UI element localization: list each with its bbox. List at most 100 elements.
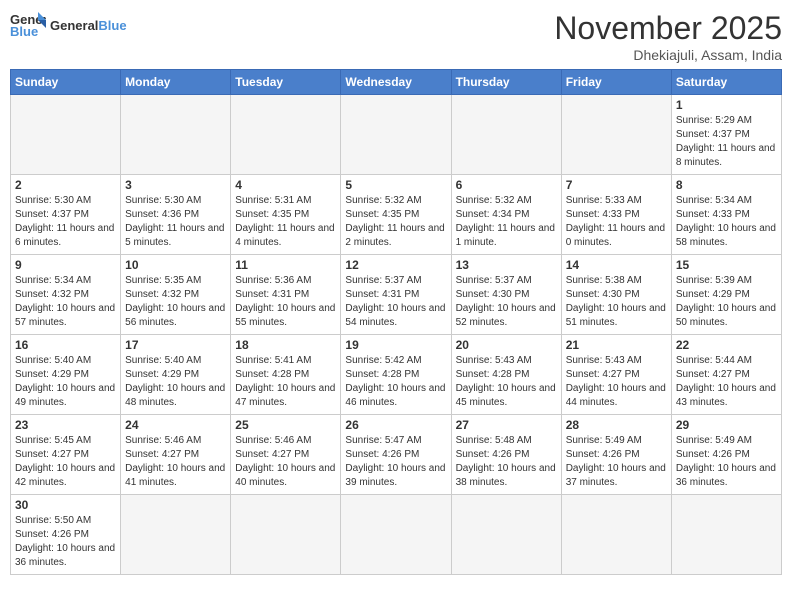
day-number: 27 [456, 418, 557, 432]
calendar-cell: 3Sunrise: 5:30 AM Sunset: 4:36 PM Daylig… [121, 175, 231, 255]
week-row-3: 9 Sunrise: 5:34 AM Sunset: 4:32 PM Daylig… [11, 255, 782, 335]
calendar-cell: 22 Sunrise: 5:44 AM Sunset: 4:27 PM Dayli… [671, 335, 781, 415]
day-info: Sunrise: 5:39 AM Sunset: 4:29 PM Dayligh… [676, 274, 777, 330]
day-header-sunday: Sunday [11, 70, 121, 95]
calendar-cell: 2 Sunrise: 5:30 AM Sunset: 4:37 PM Daylig… [11, 175, 121, 255]
week-row-6: 30 Sunrise: 5:50 AM Sunset: 4:26 PM Dayli… [11, 495, 782, 575]
calendar-cell: 16 Sunrise: 5:40 AM Sunset: 4:29 PM Dayli… [11, 335, 121, 415]
day-info: Sunrise: 5:43 AM Sunset: 4:28 PM Dayligh… [456, 354, 557, 410]
day-number: 19 [345, 338, 446, 352]
day-info: Sunrise: 5:40 AM Sunset: 4:29 PM Dayligh… [125, 354, 226, 410]
calendar-cell: 12 Sunrise: 5:37 AM Sunset: 4:31 PM Dayli… [341, 255, 451, 335]
week-row-4: 16 Sunrise: 5:40 AM Sunset: 4:29 PM Dayli… [11, 335, 782, 415]
day-header-thursday: Thursday [451, 70, 561, 95]
calendar-cell: 29Sunrise: 5:49 AM Sunset: 4:26 PM Dayli… [671, 415, 781, 495]
day-info: Sunrise: 5:40 AM Sunset: 4:29 PM Dayligh… [15, 354, 116, 410]
day-info: Sunrise: 5:44 AM Sunset: 4:27 PM Dayligh… [676, 354, 777, 410]
day-number: 14 [566, 258, 667, 272]
day-info: Sunrise: 5:30 AM Sunset: 4:37 PM Dayligh… [15, 194, 116, 250]
day-number: 15 [676, 258, 777, 272]
logo-text: GeneralBlue [50, 18, 127, 33]
calendar-cell: 25 Sunrise: 5:46 AM Sunset: 4:27 PM Dayli… [231, 415, 341, 495]
calendar-cell [341, 495, 451, 575]
day-number: 20 [456, 338, 557, 352]
calendar-cell: 4 Sunrise: 5:31 AM Sunset: 4:35 PM Daylig… [231, 175, 341, 255]
calendar-cell [451, 95, 561, 175]
day-number: 28 [566, 418, 667, 432]
day-info: Sunrise: 5:50 AM Sunset: 4:26 PM Dayligh… [15, 514, 116, 570]
calendar-cell: 5 Sunrise: 5:32 AM Sunset: 4:35 PM Daylig… [341, 175, 451, 255]
calendar-cell: 9 Sunrise: 5:34 AM Sunset: 4:32 PM Daylig… [11, 255, 121, 335]
day-info: Sunrise: 5:48 AM Sunset: 4:26 PM Dayligh… [456, 434, 557, 490]
calendar-cell: 18 Sunrise: 5:41 AM Sunset: 4:28 PM Dayli… [231, 335, 341, 415]
logo-icon: General Blue [10, 10, 46, 40]
day-info: Sunrise: 5:43 AM Sunset: 4:27 PM Dayligh… [566, 354, 667, 410]
calendar-cell: 11Sunrise: 5:36 AM Sunset: 4:31 PM Dayli… [231, 255, 341, 335]
day-header-monday: Monday [121, 70, 231, 95]
day-info: Sunrise: 5:33 AM Sunset: 4:33 PM Dayligh… [566, 194, 667, 250]
day-info: Sunrise: 5:32 AM Sunset: 4:35 PM Dayligh… [345, 194, 446, 250]
day-number: 10 [125, 258, 226, 272]
calendar-cell: 6Sunrise: 5:32 AM Sunset: 4:34 PM Daylig… [451, 175, 561, 255]
week-row-1: 1 Sunrise: 5:29 AM Sunset: 4:37 PM Daylig… [11, 95, 782, 175]
day-number: 5 [345, 178, 446, 192]
day-number: 3 [125, 178, 226, 192]
calendar-cell [561, 495, 671, 575]
calendar-cell [341, 95, 451, 175]
day-info: Sunrise: 5:46 AM Sunset: 4:27 PM Dayligh… [235, 434, 336, 490]
day-header-tuesday: Tuesday [231, 70, 341, 95]
calendar-cell [231, 95, 341, 175]
day-info: Sunrise: 5:37 AM Sunset: 4:31 PM Dayligh… [345, 274, 446, 330]
day-number: 16 [15, 338, 116, 352]
day-number: 23 [15, 418, 116, 432]
day-number: 30 [15, 498, 116, 512]
calendar-cell: 14 Sunrise: 5:38 AM Sunset: 4:30 PM Dayli… [561, 255, 671, 335]
week-row-5: 23 Sunrise: 5:45 AM Sunset: 4:27 PM Dayli… [11, 415, 782, 495]
day-info: Sunrise: 5:29 AM Sunset: 4:37 PM Dayligh… [676, 114, 777, 170]
day-info: Sunrise: 5:34 AM Sunset: 4:33 PM Dayligh… [676, 194, 777, 250]
day-number: 17 [125, 338, 226, 352]
day-number: 25 [235, 418, 336, 432]
day-info: Sunrise: 5:34 AM Sunset: 4:32 PM Dayligh… [15, 274, 116, 330]
day-number: 12 [345, 258, 446, 272]
calendar-cell: 26Sunrise: 5:47 AM Sunset: 4:26 PM Dayli… [341, 415, 451, 495]
calendar-cell: 7 Sunrise: 5:33 AM Sunset: 4:33 PM Daylig… [561, 175, 671, 255]
calendar-cell [671, 495, 781, 575]
day-info: Sunrise: 5:46 AM Sunset: 4:27 PM Dayligh… [125, 434, 226, 490]
calendar-cell [561, 95, 671, 175]
page-header: General Blue GeneralBlue November 2025 D… [10, 10, 782, 63]
day-info: Sunrise: 5:31 AM Sunset: 4:35 PM Dayligh… [235, 194, 336, 250]
day-info: Sunrise: 5:49 AM Sunset: 4:26 PM Dayligh… [566, 434, 667, 490]
day-info: Sunrise: 5:32 AM Sunset: 4:34 PM Dayligh… [456, 194, 557, 250]
calendar-cell: 10 Sunrise: 5:35 AM Sunset: 4:32 PM Dayli… [121, 255, 231, 335]
calendar-cell [11, 95, 121, 175]
calendar-cell [121, 95, 231, 175]
day-number: 9 [15, 258, 116, 272]
calendar-cell: 23 Sunrise: 5:45 AM Sunset: 4:27 PM Dayli… [11, 415, 121, 495]
calendar-cell: 13Sunrise: 5:37 AM Sunset: 4:30 PM Dayli… [451, 255, 561, 335]
week-row-2: 2 Sunrise: 5:30 AM Sunset: 4:37 PM Daylig… [11, 175, 782, 255]
day-info: Sunrise: 5:47 AM Sunset: 4:26 PM Dayligh… [345, 434, 446, 490]
calendar-cell [451, 495, 561, 575]
day-number: 2 [15, 178, 116, 192]
calendar-cell: 21Sunrise: 5:43 AM Sunset: 4:27 PM Dayli… [561, 335, 671, 415]
day-info: Sunrise: 5:42 AM Sunset: 4:28 PM Dayligh… [345, 354, 446, 410]
calendar-cell: 20 Sunrise: 5:43 AM Sunset: 4:28 PM Dayli… [451, 335, 561, 415]
day-info: Sunrise: 5:45 AM Sunset: 4:27 PM Dayligh… [15, 434, 116, 490]
logo: General Blue GeneralBlue [10, 10, 127, 40]
calendar-cell: 27 Sunrise: 5:48 AM Sunset: 4:26 PM Dayli… [451, 415, 561, 495]
day-number: 18 [235, 338, 336, 352]
calendar-cell: 30 Sunrise: 5:50 AM Sunset: 4:26 PM Dayli… [11, 495, 121, 575]
calendar-cell: 17 Sunrise: 5:40 AM Sunset: 4:29 PM Dayli… [121, 335, 231, 415]
day-info: Sunrise: 5:41 AM Sunset: 4:28 PM Dayligh… [235, 354, 336, 410]
calendar-cell: 19 Sunrise: 5:42 AM Sunset: 4:28 PM Dayli… [341, 335, 451, 415]
day-number: 7 [566, 178, 667, 192]
day-info: Sunrise: 5:38 AM Sunset: 4:30 PM Dayligh… [566, 274, 667, 330]
day-number: 13 [456, 258, 557, 272]
day-number: 22 [676, 338, 777, 352]
day-info: Sunrise: 5:35 AM Sunset: 4:32 PM Dayligh… [125, 274, 226, 330]
day-number: 4 [235, 178, 336, 192]
day-number: 1 [676, 98, 777, 112]
day-number: 24 [125, 418, 226, 432]
calendar-cell [231, 495, 341, 575]
